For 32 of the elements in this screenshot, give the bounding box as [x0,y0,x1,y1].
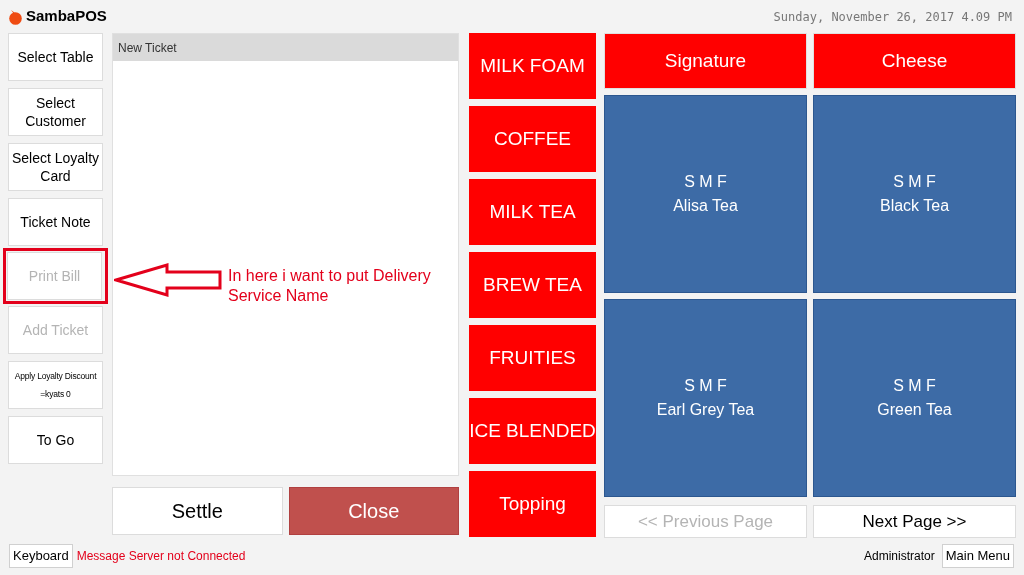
app-name: SambaPOS [26,6,107,27]
product-group-button[interactable]: Signature [604,33,807,89]
product-tile[interactable]: S M F Earl Grey Tea [604,299,807,497]
action-button[interactable]: Apply Loyalty Discount =kyats 0 [8,361,103,409]
date-time: Sunday, November 26, 2017 4.09 PM [773,8,1013,26]
action-button[interactable]: Ticket Note [8,198,103,246]
arrow-icon [114,263,222,297]
product-tile[interactable]: S M F Alisa Tea [604,95,807,293]
user-name: Administrator [864,548,935,565]
status-message: Message Server not Connected [76,548,246,565]
category-button[interactable]: ICE BLENDED [469,398,596,464]
fruit-logo-icon [8,8,23,25]
product-tile[interactable]: S M F Green Tea [813,299,1016,497]
action-button[interactable]: Select Loyalty Card [8,143,103,191]
product-group-button[interactable]: Cheese [813,33,1016,89]
main-menu-button[interactable]: Main Menu [941,544,1014,568]
category-button[interactable]: MILK TEA [469,179,596,245]
action-button[interactable]: To Go [8,416,103,464]
category-button[interactable]: FRUITIES [469,325,596,391]
action-button[interactable]: Select Table [8,33,103,81]
category-button[interactable]: COFFEE [469,106,596,172]
next-page-button[interactable]: Next Page >> [813,505,1016,538]
annotation-text: In here i want to put Delivery Service Name [228,266,432,306]
settle-button[interactable]: Settle [112,487,283,535]
action-button[interactable]: Select Customer [8,88,103,136]
category-button[interactable]: BREW TEA [469,252,596,318]
close-button[interactable]: Close [288,487,459,535]
category-button[interactable]: Topping [469,471,596,537]
keyboard-button[interactable]: Keyboard [9,544,73,568]
category-button[interactable]: MILK FOAM [469,33,596,99]
product-tile[interactable]: S M F Black Tea [813,95,1016,293]
ticket-title: New Ticket [113,34,458,61]
